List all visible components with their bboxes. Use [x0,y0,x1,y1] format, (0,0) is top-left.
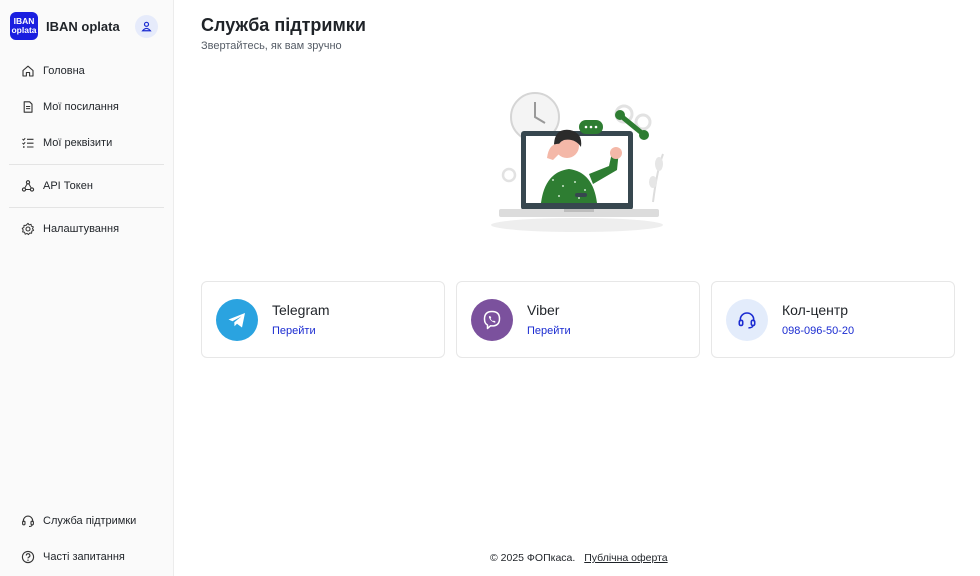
call-center-phone-link[interactable]: 098-096-50-20 [782,325,854,337]
public-offer-link[interactable]: Публічна оферта [584,552,667,564]
viber-link[interactable]: Перейти [527,325,571,337]
viber-card-text: Viber Перейти [527,302,571,337]
telegram-card-title: Telegram [272,302,330,318]
question-icon [21,550,35,564]
sidebar-item-label: Часті запитання [43,551,125,563]
brand-name: IBAN oplata [46,18,120,34]
document-icon [21,100,35,114]
telegram-card[interactable]: Telegram Перейти [201,281,445,358]
brand-logo-line2: oplata [11,25,37,35]
sidebar: IBAN oplata IBAN oplata Головна Мої поси… [0,0,174,576]
viber-icon [471,298,513,341]
sidebar-item-label: Мої реквізити [43,137,113,149]
app: IBAN oplata IBAN oplata Головна Мої поси… [0,0,980,576]
page-subtitle: Звертайтесь, як вам зручно [201,40,342,52]
sidebar-nav-api: API Токен [0,168,173,204]
sidebar-item-label: Головна [43,65,85,77]
sidebar-item-faq[interactable]: Часті запитання [0,539,173,575]
sidebar-item-settings[interactable]: Налаштування [0,211,173,247]
sidebar-item-links[interactable]: Мої посилання [0,89,173,125]
sidebar-item-api-token[interactable]: API Токен [0,168,173,204]
user-profile-button[interactable] [135,15,158,38]
telegram-card-text: Telegram Перейти [272,302,330,337]
user-icon [141,21,152,32]
contact-cards: Telegram Перейти Viber Перейти Кол-центр… [201,281,955,358]
sidebar-nav-settings: Налаштування [0,211,173,247]
sidebar-item-support[interactable]: Служба підтримки [0,503,173,539]
viber-card-title: Viber [527,302,560,318]
sidebar-bottom-nav: Служба підтримки Часті запитання [0,503,173,575]
main-content: Служба підтримки Звертайтесь, як вам зру… [174,0,980,576]
sidebar-item-label: Мої посилання [43,101,119,113]
call-center-card-title: Кол-центр [782,302,849,318]
sidebar-item-requisites[interactable]: Мої реквізити [0,125,173,161]
call-center-card[interactable]: Кол-центр 098-096-50-20 [711,281,955,358]
page-title: Служба підтримки [201,15,366,35]
sidebar-item-label: Налаштування [43,223,120,235]
headset-icon [726,298,768,341]
checklist-icon [21,136,35,150]
sidebar-nav: Головна Мої посилання Мої реквізити [0,53,173,161]
brand-logo: IBAN oplata [10,12,38,40]
home-icon [21,64,35,78]
support-illustration [491,92,664,232]
gear-icon [21,222,35,236]
call-center-card-text: Кол-центр 098-096-50-20 [782,302,854,337]
sidebar-divider [9,164,164,165]
telegram-icon [216,298,258,341]
headset-icon [21,514,35,528]
api-icon [21,179,35,193]
sidebar-divider [9,207,164,208]
sidebar-item-label: Служба підтримки [43,515,137,527]
sidebar-item-home[interactable]: Головна [0,53,173,89]
viber-card[interactable]: Viber Перейти [456,281,700,358]
sidebar-item-label: API Токен [43,180,93,192]
telegram-link[interactable]: Перейти [272,325,330,337]
footer-copyright: © 2025 ФОПкаса. [490,552,576,564]
footer: © 2025 ФОПкаса. Публічна оферта [490,552,668,564]
